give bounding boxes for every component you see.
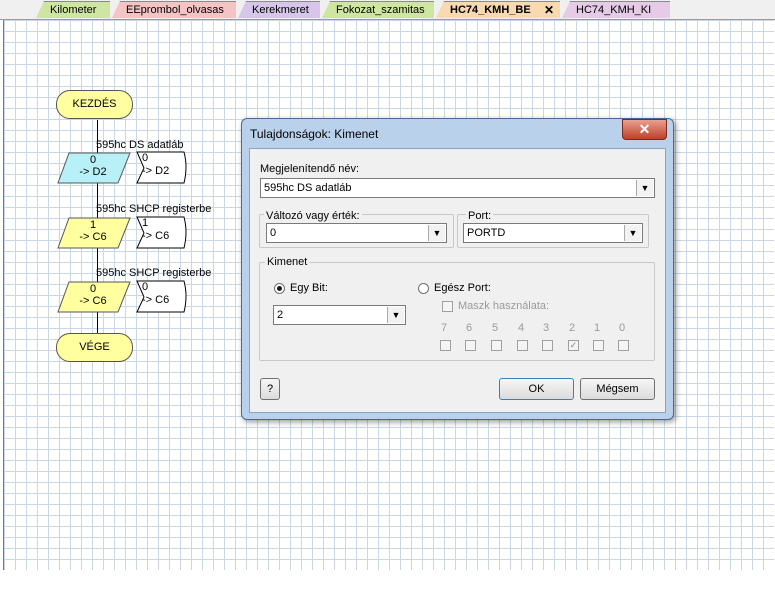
- bit-checkbox[interactable]: [465, 340, 476, 351]
- output-value: 0: [89, 154, 97, 166]
- var-value: 0: [270, 227, 277, 239]
- output-target: -> D2: [79, 166, 107, 178]
- bit-label: 3: [543, 322, 550, 334]
- output-value: 0: [89, 283, 97, 295]
- bit-label: 4: [518, 322, 525, 334]
- tab-label: EEprombol_olvasas: [126, 4, 224, 16]
- close-tab-icon[interactable]: ✕: [544, 2, 554, 18]
- whole-port-radio[interactable]: [418, 283, 429, 294]
- bit-checkbox[interactable]: [618, 340, 629, 351]
- output-block[interactable]: 0 -> D2: [57, 152, 131, 184]
- var-combobox[interactable]: 0 ▼: [266, 223, 447, 243]
- port-combobox[interactable]: PORTD ▼: [463, 223, 643, 243]
- help-button[interactable]: ?: [260, 378, 280, 400]
- bit-checkbox[interactable]: [593, 340, 604, 351]
- note-target: -> C6: [142, 294, 170, 306]
- mask-label: Maszk használata:: [458, 300, 550, 312]
- bit-checkbox[interactable]: [440, 340, 451, 351]
- dialog-body: Megjelenítendő név: 595hc DS adatláb ▼ V…: [249, 148, 666, 413]
- tab-label: HC74_KMH_BE: [450, 4, 531, 16]
- tab-kilometer[interactable]: Kilometer: [36, 1, 110, 18]
- name-combobox[interactable]: 595hc DS adatláb ▼: [260, 178, 655, 198]
- mask-checkbox[interactable]: [442, 301, 453, 312]
- bit-label: 5: [492, 322, 499, 334]
- chevron-down-icon[interactable]: ▼: [636, 180, 653, 196]
- blank-area: [0, 570, 775, 614]
- name-label: Megjelenítendő név:: [260, 163, 360, 175]
- bit-label: 2: [569, 322, 576, 334]
- port-value: PORTD: [467, 227, 506, 239]
- name-value: 595hc DS adatláb: [264, 182, 352, 194]
- block-caption: 595hc DS adatláb: [96, 139, 184, 151]
- cancel-button[interactable]: Mégsem: [580, 378, 655, 400]
- block-caption: 595hc SHCP registerbe: [96, 267, 212, 279]
- port-label: Port:: [466, 210, 494, 222]
- note-target: -> C6: [142, 230, 170, 242]
- bit-label: 0: [619, 322, 626, 334]
- tab-hc74-kmh-be[interactable]: HC74_KMH_BE ✕: [436, 1, 560, 18]
- tab-eeprombol-olvasas[interactable]: EEprombol_olvasas: [112, 1, 236, 18]
- bit-checkbox[interactable]: [542, 340, 553, 351]
- tab-label: Fokozat_szamitas: [336, 4, 425, 16]
- whole-port-label: Egész Port:: [434, 282, 491, 294]
- chevron-down-icon[interactable]: ▼: [387, 307, 404, 323]
- output-block[interactable]: 0 -> C6: [57, 281, 131, 313]
- block-caption: 595hc SHCP registerbe: [96, 203, 212, 215]
- single-bit-radio[interactable]: [274, 283, 285, 294]
- close-dialog-button[interactable]: ✕: [622, 119, 667, 140]
- output-group-label: Kimenet: [265, 256, 310, 268]
- tab-fokozat-szamitas[interactable]: Fokozat_szamitas: [322, 1, 434, 18]
- output-block[interactable]: 1 -> C6: [57, 217, 131, 249]
- note-value: 0: [142, 281, 149, 293]
- tab-label: HC74_KMH_KI: [576, 4, 652, 16]
- tab-kerekmeret[interactable]: Kerekmeret: [238, 1, 320, 18]
- output-note: 0 -> C6: [136, 280, 187, 313]
- note-value: 0: [142, 152, 149, 164]
- output-note: 1 -> C6: [136, 216, 187, 249]
- end-label: VÉGE: [79, 341, 110, 353]
- bit-value: 2: [277, 309, 284, 321]
- tab-bar: Kilometer EEprombol_olvasas Kerekmeret F…: [0, 0, 775, 20]
- tab-label: Kerekmeret: [252, 4, 309, 16]
- output-value: 1: [89, 219, 97, 231]
- bit-label: 7: [441, 322, 448, 334]
- chevron-down-icon[interactable]: ▼: [624, 225, 641, 241]
- output-target: -> C6: [79, 231, 107, 243]
- bit-checkbox[interactable]: ✓: [568, 340, 579, 351]
- ok-button[interactable]: OK: [499, 378, 574, 400]
- note-value: 1: [142, 217, 149, 229]
- dialog-title: Tulajdonságok: Kimenet: [250, 127, 379, 141]
- tab-hc74-kmh-ki[interactable]: HC74_KMH_KI: [562, 1, 670, 18]
- end-terminal[interactable]: VÉGE: [56, 333, 133, 362]
- bit-combobox[interactable]: 2 ▼: [273, 305, 406, 325]
- chevron-down-icon[interactable]: ▼: [428, 225, 445, 241]
- note-target: -> D2: [142, 165, 170, 177]
- output-note: 0 -> D2: [136, 151, 187, 184]
- output-target: -> C6: [79, 295, 107, 307]
- properties-dialog: Tulajdonságok: Kimenet ✕ Megjelenítendő …: [241, 118, 674, 420]
- bit-checkbox[interactable]: [491, 340, 502, 351]
- var-label: Változó vagy érték:: [264, 210, 362, 222]
- bit-label: 1: [594, 322, 601, 334]
- start-terminal[interactable]: KEZDÉS: [56, 90, 133, 119]
- bit-checkbox[interactable]: [517, 340, 528, 351]
- single-bit-label: Egy Bit:: [290, 282, 328, 294]
- start-label: KEZDÉS: [72, 98, 117, 110]
- bit-label: 6: [466, 322, 473, 334]
- tab-label: Kilometer: [50, 4, 97, 16]
